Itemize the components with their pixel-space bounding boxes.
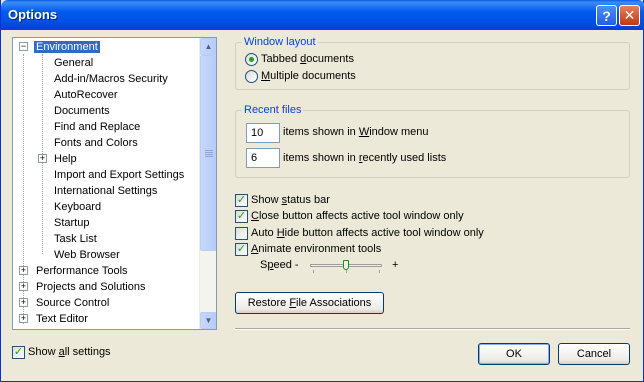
tree-item-keyboard[interactable]: Keyboard (52, 199, 103, 215)
expand-icon[interactable]: + (19, 314, 28, 323)
tree-item-label: Import and Export Settings (54, 169, 185, 181)
tree-item-performance-tools[interactable]: + Performance Tools (18, 263, 130, 279)
tree-scrollbar[interactable]: ▲ ▼ (199, 38, 216, 329)
close-icon: ✕ (623, 7, 636, 23)
tree-item-help[interactable]: + Help (37, 151, 79, 167)
tree-item-label: Environment (33, 40, 101, 54)
expand-icon[interactable]: + (19, 282, 28, 291)
expand-icon[interactable]: + (38, 154, 47, 163)
tree-item-label: Documents (54, 105, 110, 117)
options-tree[interactable]: − Environment General Add-in/Macros Secu… (12, 37, 217, 330)
auto-hide-button-label: Auto Hide button affects active tool win… (251, 227, 484, 239)
tree-item-find-and-replace[interactable]: Find and Replace (52, 119, 142, 135)
recent-files-title: Recent files (242, 104, 304, 116)
multiple-documents-label: Multiple documents (261, 70, 356, 82)
recent-files-group (235, 110, 630, 178)
grip-line (205, 150, 213, 151)
tree-item-startup[interactable]: Startup (52, 215, 91, 231)
tree-item-documents[interactable]: Documents (52, 103, 112, 119)
tree-item-text-editor[interactable]: + Text Editor (18, 311, 90, 327)
grip-line (205, 156, 213, 157)
animate-environment-tools-checkbox[interactable]: ✓ (235, 243, 248, 256)
show-status-bar-label: Show status bar (251, 194, 330, 206)
expand-icon[interactable]: + (19, 298, 28, 307)
tree-item-web-browser[interactable]: Web Browser (52, 247, 122, 263)
tree-item-label: Text Editor (36, 313, 88, 325)
slider-tick (313, 270, 314, 273)
scroll-down-icon[interactable]: ▼ (200, 312, 216, 329)
expand-icon[interactable]: + (19, 266, 28, 275)
window-menu-count-label: items shown in Window menu (283, 126, 429, 138)
tree-item-environment[interactable]: − Environment (18, 39, 101, 55)
tree-item-label: AutoRecover (54, 89, 118, 101)
restore-file-associations-button[interactable]: Restore File Associations (235, 292, 384, 314)
recent-lists-count-input[interactable]: 6 (246, 148, 280, 168)
window-layout-group (235, 42, 630, 90)
tree-item-import-export-settings[interactable]: Import and Export Settings (52, 167, 186, 183)
ok-button[interactable]: OK (478, 343, 550, 365)
title-bar[interactable]: Options ? ✕ (1, 0, 644, 30)
help-button[interactable]: ? (596, 5, 617, 26)
tabbed-documents-radio[interactable] (245, 53, 258, 66)
grip-line (205, 152, 213, 153)
window-layout-title: Window layout (242, 36, 318, 48)
cancel-button[interactable]: Cancel (558, 343, 630, 365)
recent-lists-count-label: items shown in recently used lists (283, 152, 447, 164)
tree-item-source-control[interactable]: + Source Control (18, 295, 111, 311)
animate-environment-tools-label: Animate environment tools (251, 243, 382, 255)
speed-label: Speed - (260, 259, 299, 271)
tree-item-label: Projects and Solutions (36, 281, 146, 293)
tabbed-documents-label: Tabbed documents (261, 53, 354, 65)
tree-item-task-list[interactable]: Task List (52, 231, 99, 247)
help-icon: ? (602, 7, 611, 24)
collapse-icon[interactable]: − (19, 42, 28, 51)
tree-item-general[interactable]: General (52, 55, 95, 71)
options-dialog: Options ? ✕ − Environment General Add-in… (0, 0, 644, 382)
window-menu-count-input[interactable]: 10 (246, 123, 280, 143)
tree-item-label: Find and Replace (54, 121, 141, 133)
tree-item-label: Source Control (36, 297, 110, 309)
tree-item-label: General (54, 57, 94, 69)
tree-item-projects-and-solutions[interactable]: + Projects and Solutions (18, 279, 147, 295)
show-status-bar-checkbox[interactable]: ✓ (235, 194, 248, 207)
tree-item-international-settings[interactable]: International Settings (52, 183, 159, 199)
tree-item-addin-macros-security[interactable]: Add-in/Macros Security (52, 71, 170, 87)
auto-hide-button-checkbox[interactable] (235, 227, 248, 240)
close-button[interactable]: ✕ (619, 5, 640, 26)
tree-item-autorecover[interactable]: AutoRecover (52, 87, 120, 103)
tree-item-label: International Settings (54, 185, 158, 197)
show-all-settings-label: Show all settings (28, 346, 111, 358)
grip-line (205, 154, 213, 155)
scrollbar-thumb[interactable] (200, 55, 216, 251)
tree-item-label: Add-in/Macros Security (54, 73, 168, 85)
tree-item-label: Keyboard (54, 201, 102, 213)
tree-item-label: Startup (54, 217, 90, 229)
close-button-affects-label: Close button affects active tool window … (251, 210, 464, 222)
close-button-affects-checkbox[interactable]: ✓ (235, 210, 248, 223)
speed-slider-thumb[interactable] (343, 260, 349, 270)
separator (235, 328, 630, 330)
tree-item-label: Task List (54, 233, 97, 245)
show-all-settings-checkbox[interactable]: ✓ (12, 346, 25, 359)
scroll-up-icon[interactable]: ▲ (200, 38, 216, 55)
tree-item-label: Web Browser (54, 249, 120, 261)
window-title: Options (8, 7, 58, 22)
tree-item-fonts-and-colors[interactable]: Fonts and Colors (52, 135, 140, 151)
speed-plus-label: + (392, 259, 399, 271)
multiple-documents-radio[interactable] (245, 70, 258, 83)
tree-item-label: Help (54, 153, 77, 165)
tree-item-label: Performance Tools (36, 265, 128, 277)
tree-item-label: Fonts and Colors (54, 137, 138, 149)
slider-tick (379, 270, 380, 273)
slider-tick (346, 270, 347, 273)
